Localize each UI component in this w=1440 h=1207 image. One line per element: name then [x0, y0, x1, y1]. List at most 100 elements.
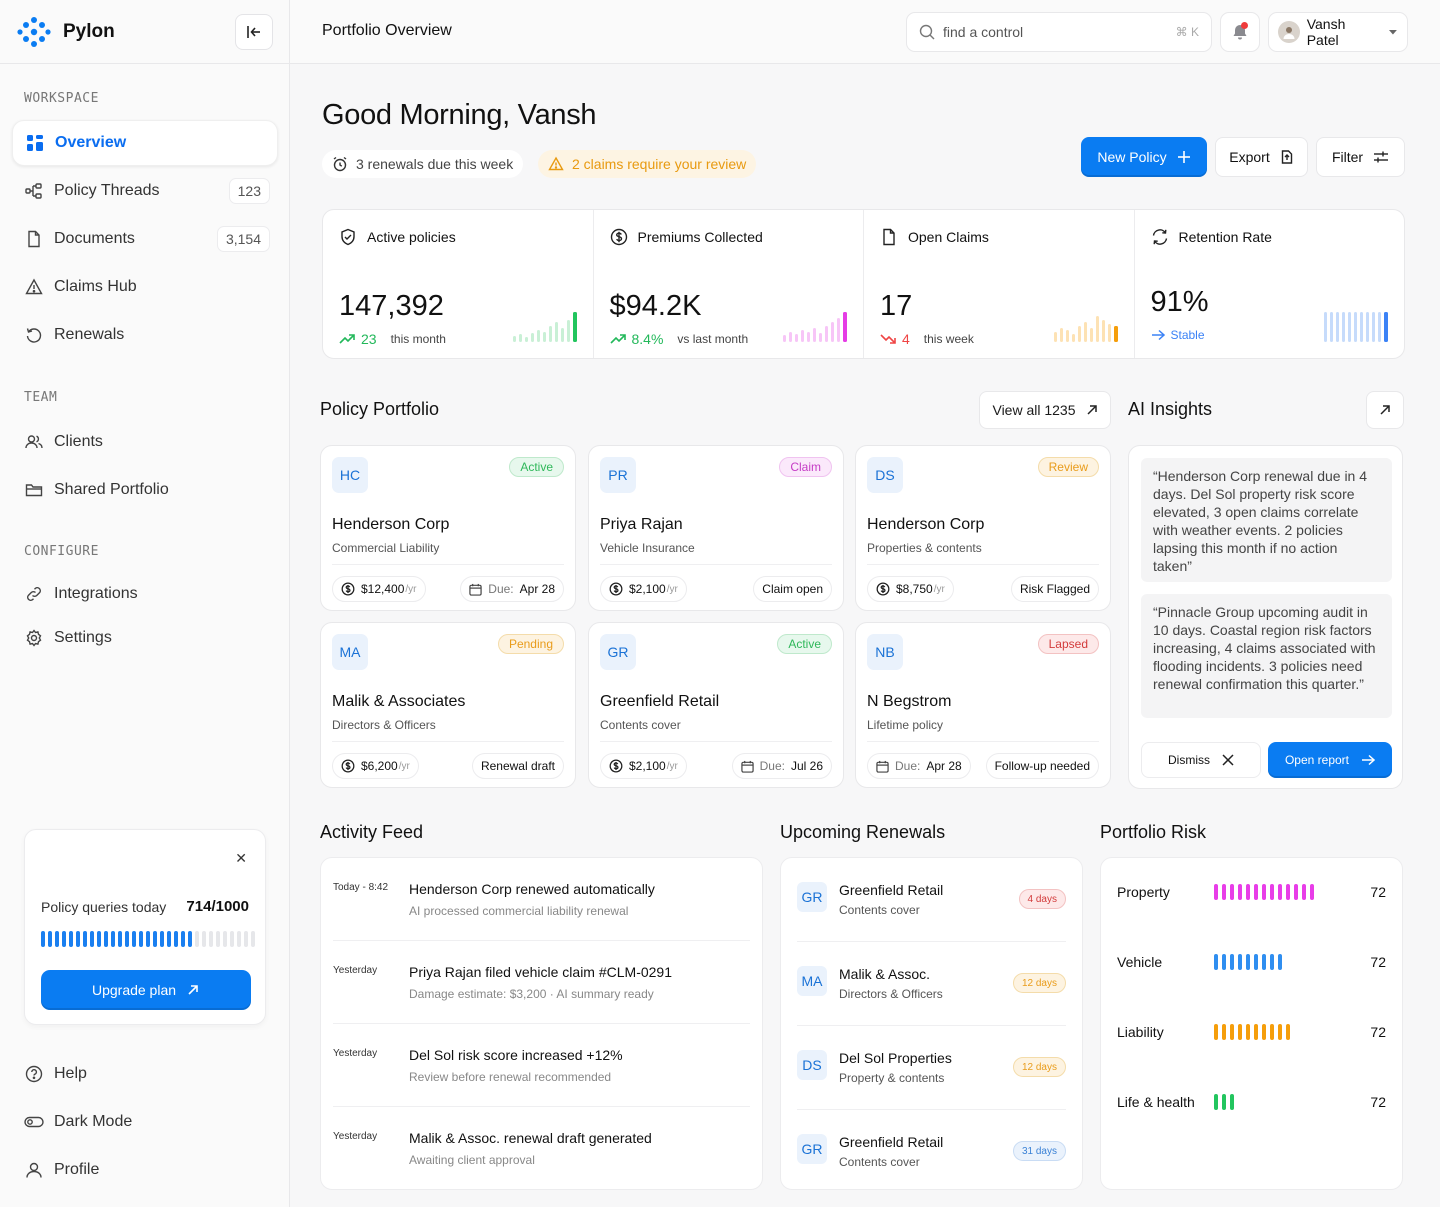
policy-type: Directors & Officers [332, 718, 436, 732]
risk-tick [1214, 1094, 1218, 1110]
sidebar-item-label: Integrations [54, 585, 138, 602]
dismiss-button[interactable]: Dismiss [1141, 742, 1261, 778]
kpi-spark-bar [1053, 332, 1057, 342]
quota-tick [209, 931, 213, 947]
user-name: Vansh Patel [1306, 16, 1346, 48]
kpi-value: 147,392 [339, 290, 444, 322]
list-item[interactable]: Today - 8:42 Henderson Corp renewed auto… [333, 858, 750, 941]
export-button[interactable]: Export [1215, 137, 1308, 177]
list-item[interactable]: DS Del Sol Properties Property & content… [797, 1026, 1066, 1110]
filter-button[interactable]: Filter [1316, 137, 1405, 177]
new-policy-button[interactable]: New Policy [1081, 137, 1207, 177]
sidebar-item-claims-hub[interactable]: Claims Hub [12, 264, 278, 310]
list-item[interactable]: Yesterday Malik & Assoc. renewal draft g… [333, 1107, 750, 1190]
activity-subtitle: Review before renewal recommended [409, 1070, 612, 1084]
kpi-label: Retention Rate [1178, 229, 1272, 245]
risk-tick [1262, 1024, 1266, 1040]
policy-card-n-begstrom[interactable]: NB Lapsed N Begstrom Lifetime policy Due… [855, 622, 1111, 788]
plus-icon [1177, 151, 1190, 163]
kpi-spark-bar [536, 330, 540, 342]
kpi-spark-bar [825, 326, 828, 342]
sidebar-item-integrations[interactable]: Integrations [12, 571, 278, 617]
list-item[interactable]: Yesterday Priya Rajan filed vehicle clai… [333, 941, 750, 1024]
status-badge: Lapsed [1037, 634, 1099, 654]
risk-tick [1222, 954, 1226, 970]
upcoming-renewals-title: Upcoming Renewals [780, 822, 946, 842]
sidebar-item-label: Help [54, 1065, 87, 1082]
sidebar-item-policy-threads[interactable]: Policy Threads 123 [12, 168, 278, 214]
ai-expand-button[interactable] [1366, 391, 1404, 429]
premium-unit: /yr [933, 583, 945, 595]
kpi-open-claims[interactable]: Open Claims 17 4 this week [864, 210, 1135, 358]
policy-card-henderson-corp-properties[interactable]: DS Review Henderson Corp Properties & co… [855, 445, 1111, 611]
list-item[interactable]: GR Greenfield Retail Contents cover 4 da… [797, 858, 1066, 942]
calendar-icon [469, 583, 482, 596]
user-menu-button[interactable]: Vansh Patel [1268, 12, 1408, 52]
sidebar-item-documents[interactable]: Documents 3,154 [12, 216, 278, 262]
sidebar: Pylon WORKSPACE Overview Policy Threads … [0, 0, 290, 1207]
policy-initials: DS [867, 457, 903, 493]
kpi-active-policies[interactable]: Active policies 147,392 23 this month [323, 210, 594, 358]
collapse-sidebar-button[interactable] [235, 14, 273, 50]
risk-tick [1286, 884, 1290, 900]
section-label-configure: CONFIGURE [24, 544, 99, 559]
policy-card-henderson-corp[interactable]: HC Active Henderson Corp Commercial Liab… [320, 445, 576, 611]
calendar-icon [740, 760, 754, 773]
sidebar-item-renewals[interactable]: Renewals [12, 312, 278, 358]
renewal-name: Del Sol Properties [839, 1050, 952, 1066]
open-report-button[interactable]: Open report [1268, 742, 1392, 778]
upgrade-plan-button[interactable]: Upgrade plan [41, 970, 251, 1010]
kpi-spark-bar [1083, 322, 1087, 342]
view-all-label: View all 1235 [992, 402, 1076, 418]
quota-label: Policy queries today [41, 899, 167, 915]
sidebar-item-help[interactable]: Help [12, 1051, 278, 1097]
activity-time: Yesterday [333, 965, 378, 976]
kpi-spark-bar [843, 312, 847, 342]
list-item[interactable]: GR Greenfield Retail Contents cover 31 d… [797, 1110, 1066, 1194]
kpi-delta-value: 8.4% [631, 331, 664, 347]
risk-tick [1222, 1024, 1226, 1040]
quota-tick [160, 931, 164, 947]
document-icon [24, 229, 44, 249]
risk-row-liability: Liability 72 [1117, 1022, 1386, 1044]
search-box[interactable]: ⌘ K [906, 12, 1212, 52]
risk-tick [1286, 1024, 1290, 1040]
file-export-icon [1281, 150, 1292, 164]
policy-card-priya-rajan[interactable]: PR Claim Priya Rajan Vehicle Insurance $… [588, 445, 844, 611]
kpi-premiums-collected[interactable]: Premiums Collected $94.2K 8.4% vs last m… [594, 210, 864, 358]
kpi-value: 91% [1150, 286, 1209, 318]
sidebar-item-clients[interactable]: Clients [12, 419, 278, 465]
search-input[interactable] [943, 24, 1163, 40]
policy-card-greenfield-retail[interactable]: GR Active Greenfield Retail Contents cov… [588, 622, 844, 788]
refresh-icon [1152, 229, 1167, 245]
view-all-button[interactable]: View all 1235 [979, 391, 1111, 429]
risk-label: Liability [1117, 1024, 1164, 1040]
dollar-circle-icon [876, 582, 890, 596]
days-badge: 12 days [1012, 1057, 1066, 1077]
kpi-spark-bar [1336, 312, 1339, 342]
kpi-sparkbars [512, 312, 577, 342]
kpi-delta-value: Stable [1170, 328, 1205, 342]
portfolio-risk-panel: Property 72 Vehicle 72 Liability 72 Life… [1100, 857, 1403, 1190]
quota-tick [48, 931, 52, 947]
sidebar-item-settings[interactable]: Settings [12, 615, 278, 661]
kpi-spark-bar [524, 337, 528, 342]
close-icon[interactable]: ✕ [235, 850, 247, 867]
folder-icon [24, 480, 44, 500]
policy-card-malik-associates[interactable]: MA Pending Malik & Associates Directors … [320, 622, 576, 788]
risk-tick [1230, 954, 1234, 970]
kpi-sparkbars [783, 312, 847, 342]
kpi-spark-bar [831, 322, 834, 342]
sidebar-item-overview[interactable]: Overview [12, 120, 278, 166]
kpi-spark-bar [572, 312, 577, 342]
kpi-value: $94.2K [609, 290, 702, 322]
list-item[interactable]: Yesterday Del Sol risk score increased +… [333, 1024, 750, 1107]
kpi-retention-rate[interactable]: Retention Rate 91% Stable [1135, 210, 1405, 358]
list-item[interactable]: MA Malik & Assoc. Directors & Officers 1… [797, 942, 1066, 1026]
claims-notice[interactable]: 2 claims require your review [538, 150, 757, 178]
sidebar-item-dark-mode[interactable]: Dark Mode [12, 1099, 278, 1145]
sidebar-item-profile[interactable]: Profile [12, 1147, 278, 1193]
notifications-button[interactable] [1220, 12, 1260, 52]
sidebar-item-label: Renewals [54, 326, 125, 343]
sidebar-item-shared-portfolio[interactable]: Shared Portfolio [12, 467, 278, 513]
